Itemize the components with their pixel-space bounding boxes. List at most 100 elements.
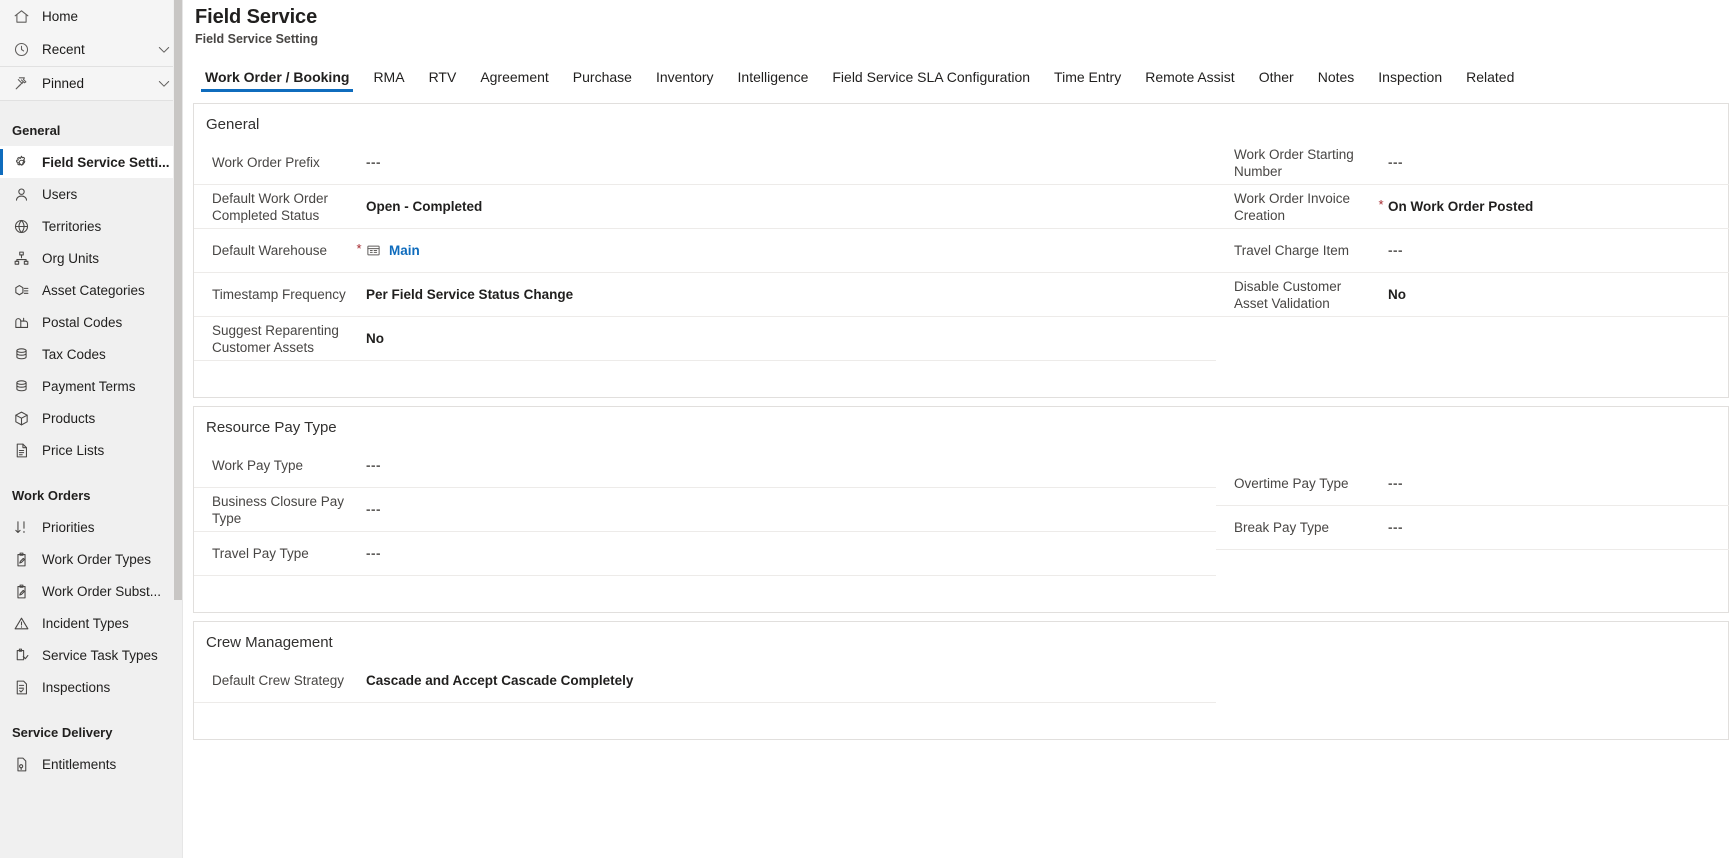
chevron-down-icon[interactable] [156, 75, 172, 92]
sidebar-item-label: Postal Codes [42, 314, 123, 330]
sidebar-item-priorities[interactable]: Priorities [0, 511, 182, 543]
sidebar-item-payment-terms[interactable]: Payment Terms [0, 370, 182, 402]
app-root: Home Recent Pinned General Field Service Se… [0, 0, 1729, 858]
sidebar-nav-label: Home [42, 9, 79, 24]
sidebar-item-work-order-types[interactable]: Work Order Types [0, 543, 182, 575]
field-value-text: --- [366, 546, 381, 561]
sidebar-item-org-units[interactable]: Org Units [0, 242, 182, 274]
field-value[interactable]: --- [366, 546, 381, 561]
tab-other[interactable]: Other [1247, 69, 1306, 92]
field-value-text: --- [366, 458, 381, 473]
required-indicator [1374, 141, 1388, 153]
sidebar-item-work-order-subst[interactable]: Work Order Subst... [0, 575, 182, 607]
field-value[interactable]: No [366, 331, 384, 346]
sidebar-item-products[interactable]: Products [0, 402, 182, 434]
sidebar-groups: General Field Service Setti... Users Territ… [0, 117, 182, 780]
field-value[interactable]: --- [366, 458, 381, 473]
tab-inventory[interactable]: Inventory [644, 69, 726, 92]
sidebar-nav-home[interactable]: Home [0, 0, 182, 33]
field-value[interactable]: Per Field Service Status Change [366, 287, 573, 302]
field-value[interactable]: --- [366, 155, 381, 170]
sidebar-item-label: Asset Categories [42, 282, 145, 298]
sidebar-nav-label: Recent [42, 42, 85, 57]
tab-notes[interactable]: Notes [1306, 69, 1367, 92]
tab-agreement[interactable]: Agreement [468, 69, 560, 92]
field-value[interactable]: On Work Order Posted [1388, 199, 1533, 214]
field-value[interactable]: --- [1388, 155, 1403, 170]
tab-related[interactable]: Related [1454, 69, 1526, 92]
sidebar-item-price-lists[interactable]: Price Lists [0, 434, 182, 466]
sidebar-item-label: Inspections [42, 679, 111, 695]
sidebar-nav-pinned[interactable]: Pinned [0, 67, 182, 100]
section-column-left: Work Pay Type --- Business Closure Pay Typ… [194, 440, 1216, 612]
sidebar-item-tax-codes[interactable]: Tax Codes [0, 338, 182, 370]
package-icon [12, 409, 30, 427]
warning-triangle-icon [12, 614, 30, 632]
tab-field-service-sla-configuration[interactable]: Field Service SLA Configuration [820, 69, 1042, 92]
tab-remote-assist[interactable]: Remote Assist [1133, 69, 1246, 92]
field-value-text: --- [366, 155, 381, 170]
field-value[interactable]: --- [366, 502, 381, 517]
clock-icon [12, 41, 30, 59]
field-value-link[interactable]: Main [389, 243, 420, 258]
field-value-text: --- [1388, 476, 1403, 491]
sidebar-item-label: Tax Codes [42, 346, 106, 362]
sidebar-item-entitlements[interactable]: Entitlements [0, 748, 182, 780]
sidebar-item-label: Work Order Subst... [42, 583, 162, 599]
sidebar-item-label: Service Task Types [42, 647, 158, 663]
tab-purchase[interactable]: Purchase [561, 69, 644, 92]
tab-rtv[interactable]: RTV [417, 69, 469, 92]
page-header: Field Service Field Service Setting [183, 0, 1729, 46]
field-value[interactable]: Main [366, 243, 420, 258]
sidebar-nav-recent[interactable]: Recent [0, 33, 182, 66]
field-label: Default Warehouse [212, 243, 328, 258]
sidebar-item-asset-categories[interactable]: Asset Categories [0, 274, 182, 306]
field-value-text: --- [366, 502, 381, 517]
field-value[interactable]: --- [1388, 476, 1403, 491]
field-value[interactable]: Open - Completed [366, 199, 482, 214]
sidebar-item-territories[interactable]: Territories [0, 210, 182, 242]
sidebar-item-label: Field Service Setti... [42, 154, 170, 170]
column-spacer [194, 361, 1216, 387]
field-label: Travel Pay Type [212, 546, 309, 561]
required-indicator [1374, 229, 1388, 241]
mailbox-icon [12, 313, 30, 331]
sidebar-scrollbar-thumb[interactable] [174, 0, 182, 600]
sidebar-item-inspections[interactable]: Inspections [0, 671, 182, 703]
field-value[interactable]: No [1388, 287, 1406, 302]
sort-priority-icon [12, 518, 30, 536]
field-value-text: No [1388, 287, 1406, 302]
section-title: General [206, 116, 260, 133]
field-value[interactable]: Cascade and Accept Cascade Completely [366, 673, 633, 688]
section-title: Resource Pay Type [206, 419, 337, 436]
sidebar-item-label: Org Units [42, 250, 100, 266]
sidebar-item-field-service-setti[interactable]: Field Service Setti... [0, 146, 182, 178]
field-value[interactable]: --- [1388, 520, 1403, 535]
sidebar-group-title: Service Delivery [12, 725, 113, 740]
tab-time-entry[interactable]: Time Entry [1042, 69, 1133, 92]
section-column-right: Work Order Starting Number --- Work Order … [1216, 137, 1729, 397]
sidebar-item-postal-codes[interactable]: Postal Codes [0, 306, 182, 338]
field-value[interactable]: --- [1388, 243, 1403, 258]
chevron-down-icon[interactable] [156, 41, 172, 58]
clipboard-pen-icon [12, 550, 30, 568]
sidebar-item-service-task-types[interactable]: Service Task Types [0, 639, 182, 671]
sidebar-group-title: General [12, 123, 61, 138]
field-label: Break Pay Type [1234, 520, 1330, 535]
sidebar: Home Recent Pinned General Field Service Se… [0, 0, 182, 858]
section-columns: Default Crew Strategy Cascade and Accept … [194, 655, 1728, 739]
tab-bar: Work Order / Booking RMA RTV Agreement Purch… [183, 60, 1729, 92]
tab-inspection[interactable]: Inspection [1366, 69, 1454, 92]
sidebar-item-incident-types[interactable]: Incident Types [0, 607, 182, 639]
tab-intelligence[interactable]: Intelligence [726, 69, 821, 92]
stack-icon [12, 345, 30, 363]
form-section: Crew Management Default Crew Strategy Casc… [193, 621, 1729, 740]
field-label: Suggest Reparenting Customer Assets [212, 322, 339, 355]
tab-work-order-booking[interactable]: Work Order / Booking [193, 69, 361, 92]
sidebar-item-users[interactable]: Users [0, 178, 182, 210]
section-columns: Work Pay Type --- Business Closure Pay Typ… [194, 440, 1729, 612]
tab-rma[interactable]: RMA [361, 69, 416, 92]
gear-icon [12, 153, 30, 171]
pin-icon [12, 75, 30, 93]
